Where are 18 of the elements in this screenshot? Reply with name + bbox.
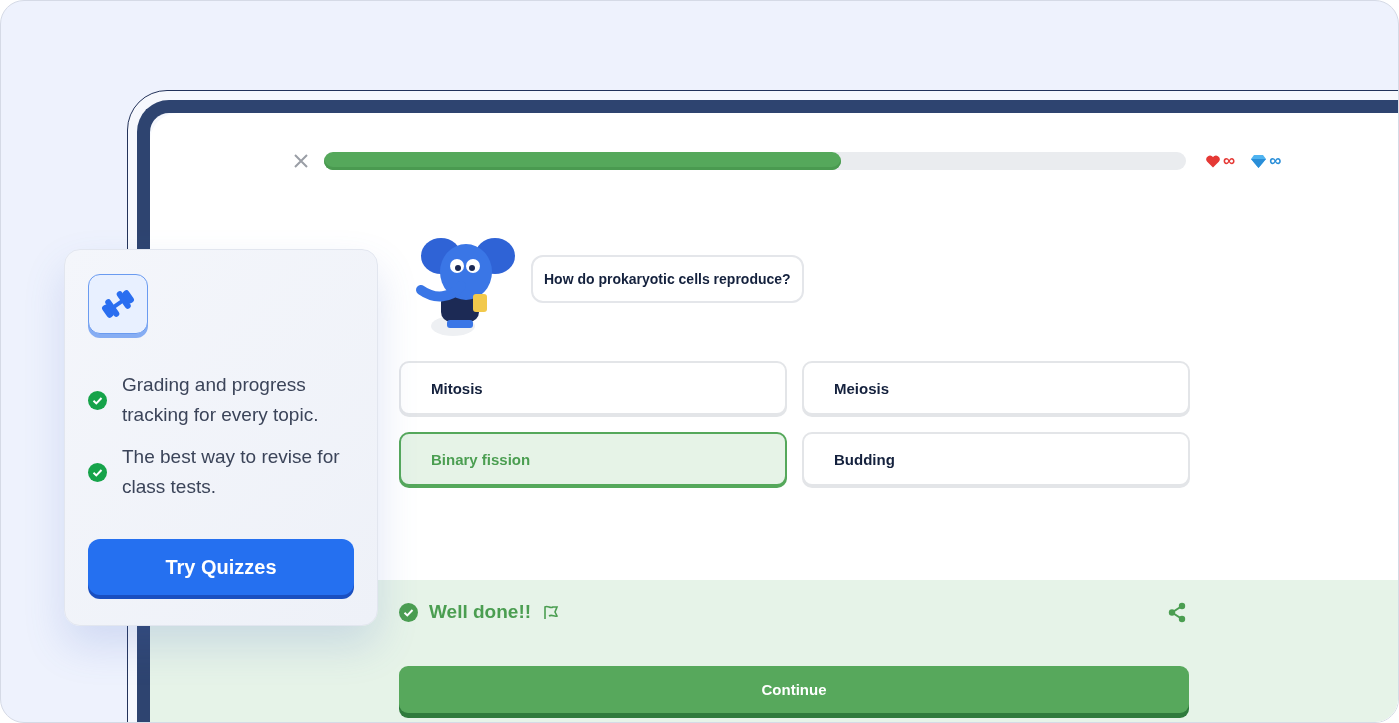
flag-icon[interactable]: [543, 604, 560, 620]
feature-text: The best way to revise for class tests.: [122, 445, 341, 499]
gems-count: ∞: [1269, 151, 1282, 171]
question-bubble: How do prokaryotic cells reproduce?: [531, 255, 804, 303]
check-circle-icon: [88, 390, 107, 410]
heart-icon: [1206, 154, 1220, 168]
feature-text: Grading and progress tracking for every topic.: [122, 373, 320, 427]
close-icon[interactable]: [293, 153, 309, 169]
diamond-icon: [1251, 154, 1267, 168]
answer-option[interactable]: Meiosis: [802, 361, 1190, 415]
check-circle-icon: [399, 602, 418, 622]
answer-option[interactable]: Mitosis: [399, 361, 787, 415]
lives-count: ∞: [1223, 151, 1236, 171]
check-circle-icon: [88, 462, 107, 482]
answer-option[interactable]: Budding: [802, 432, 1190, 486]
feedback-message: Well done!!: [429, 601, 532, 623]
dumbbell-icon: [100, 289, 136, 319]
share-icon[interactable]: [1167, 601, 1187, 623]
